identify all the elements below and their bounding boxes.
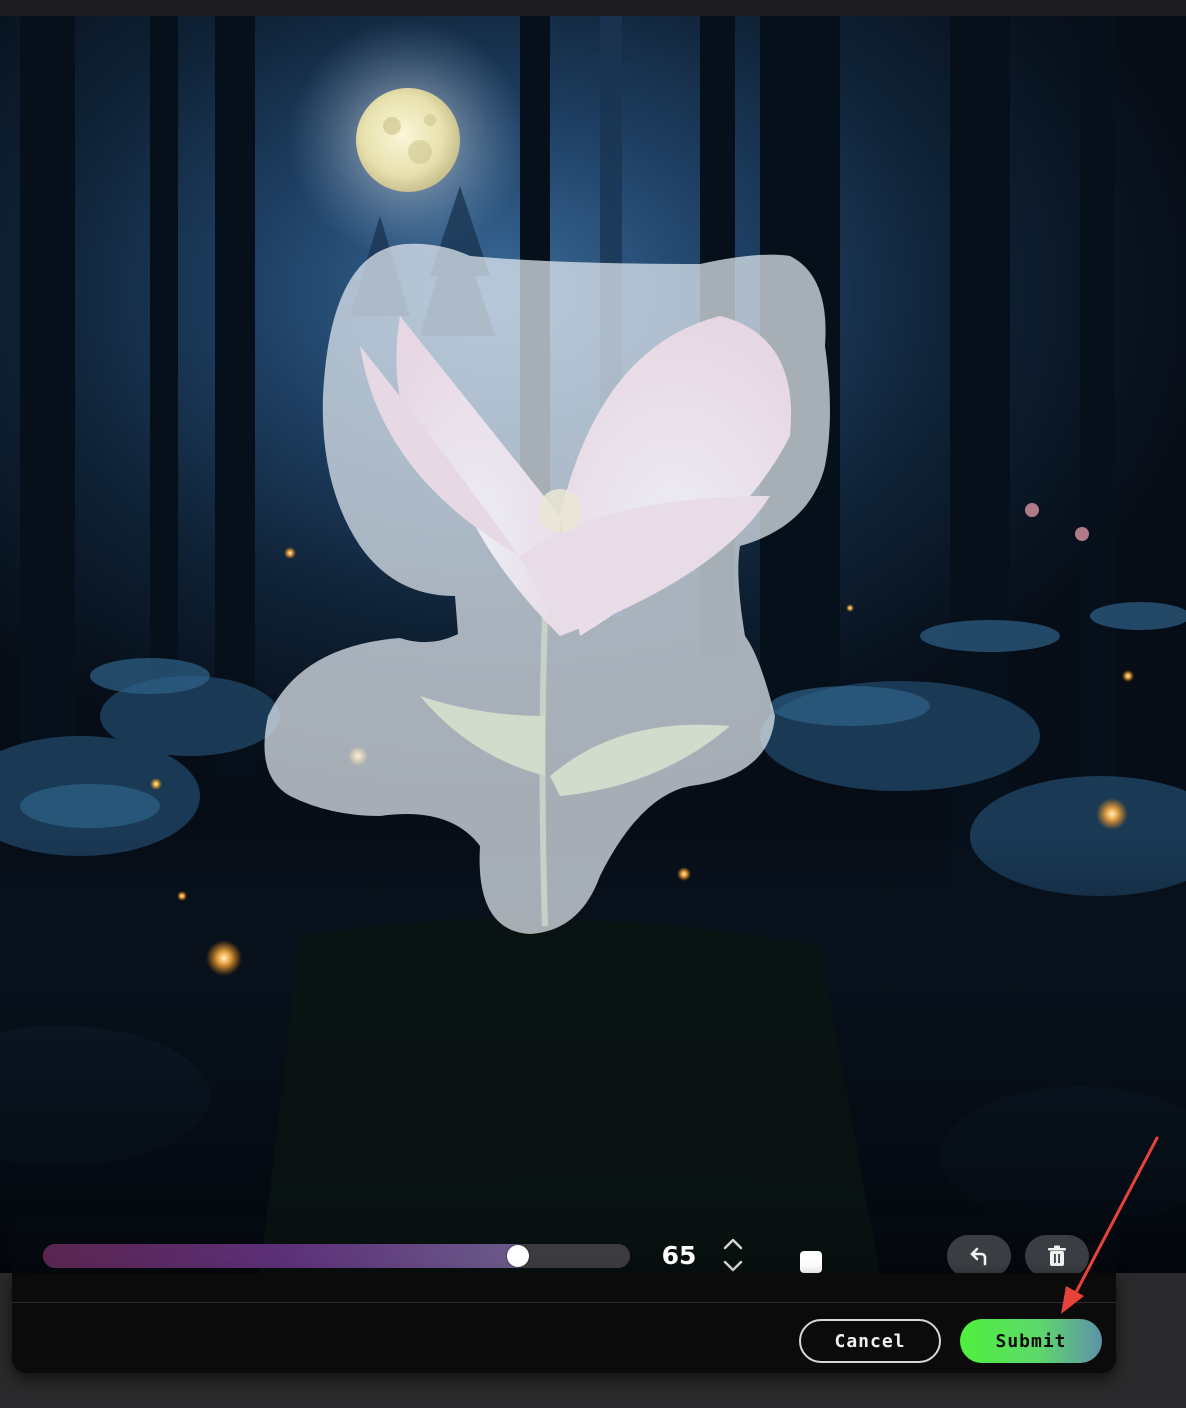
image-canvas[interactable]	[0, 16, 1186, 1273]
brush-size-slider-fill	[43, 1244, 518, 1268]
undo-button[interactable]	[947, 1235, 1011, 1277]
brush-size-slider-thumb[interactable]	[507, 1245, 529, 1267]
action-panel	[12, 1273, 1116, 1373]
brush-size-value: 65	[661, 1241, 697, 1270]
cancel-button[interactable]: Cancel	[799, 1319, 941, 1363]
brush-color-swatch[interactable]	[800, 1251, 822, 1273]
delete-button[interactable]	[1025, 1235, 1089, 1277]
brush-mask-overlay	[264, 243, 831, 934]
undo-arrow-icon	[970, 1247, 987, 1266]
top-bar	[0, 0, 1186, 16]
submit-button[interactable]: Submit	[960, 1319, 1102, 1363]
trash-icon	[1048, 1245, 1066, 1266]
chevron-up-icon	[723, 1238, 743, 1250]
panel-divider	[12, 1302, 1116, 1303]
brush-size-stepper[interactable]	[720, 1234, 746, 1276]
brush-size-slider[interactable]	[43, 1244, 630, 1268]
increment-button[interactable]	[720, 1234, 746, 1254]
